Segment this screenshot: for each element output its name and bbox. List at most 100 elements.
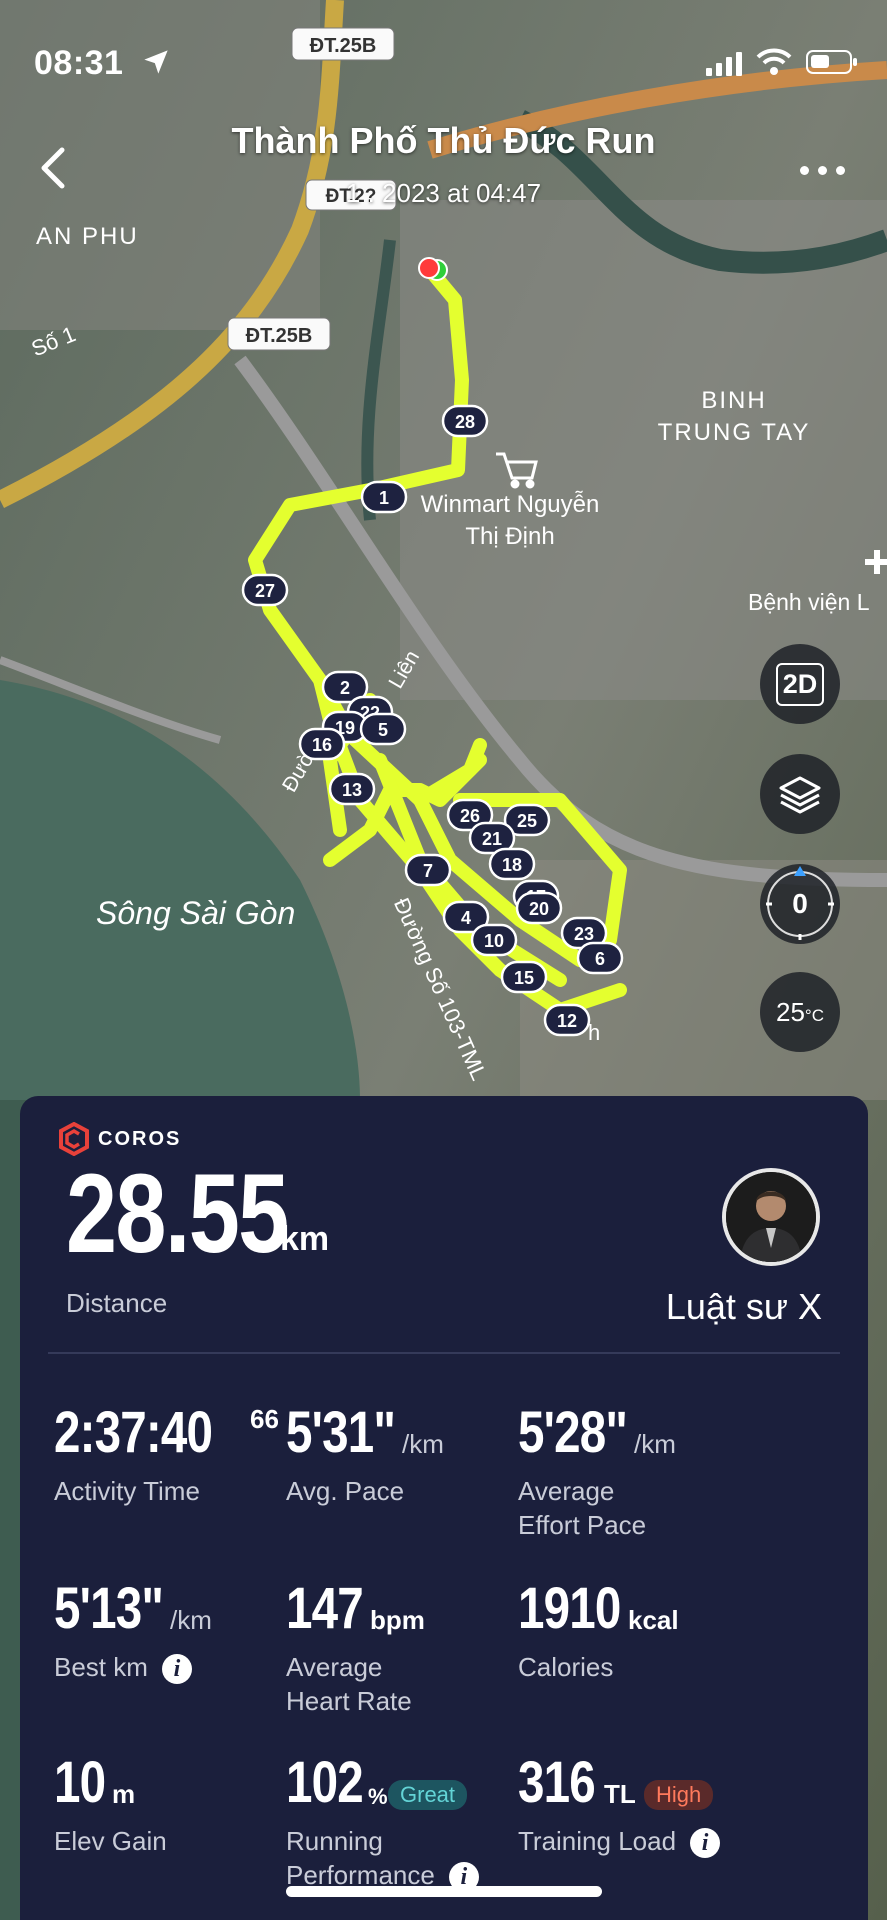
km-marker-label: 1 [379, 488, 389, 508]
temperature-badge: 25°C [760, 972, 840, 1052]
metric-running-performance: 102% Great Running Performance i [286, 1750, 479, 1893]
km-marker[interactable]: 15 [500, 960, 548, 994]
elev-gain-value: 10 [54, 1750, 106, 1815]
km-marker[interactable]: 12 [543, 1003, 591, 1037]
km-marker-label: 21 [482, 829, 502, 849]
metric-training-load: 316 TL High Training Load i [518, 1754, 721, 1859]
km-marker-label: 15 [514, 968, 534, 988]
best-km-unit: /km [170, 1605, 212, 1635]
km-marker-label: 25 [517, 811, 537, 831]
running-perf-value: 102 [286, 1750, 364, 1815]
map-urban-area [400, 200, 887, 700]
metric-avg-effort-pace: 5'28"/km Average Effort Pace [518, 1400, 676, 1542]
km-marker[interactable]: 13 [328, 772, 376, 806]
map-label: AN PHU [36, 223, 139, 250]
best-km-info-icon[interactable]: i [161, 1654, 192, 1685]
map-label: Winmart Nguyễn [421, 491, 600, 518]
metric-avg-heart-rate: 147 bpm Average Heart Rate [286, 1576, 425, 1718]
running-perf-badge: Great [388, 1780, 468, 1810]
avg-hr-label-1: Average [286, 1652, 383, 1682]
avg-effort-pace-unit: /km [634, 1429, 676, 1459]
more-options-icon[interactable] [798, 156, 848, 186]
user-name: Luật sư X [665, 1286, 822, 1327]
metric-calories: 1910 kcal Calories [518, 1576, 679, 1684]
metric-avg-pace: 5'31"/km Avg. Pace [286, 1400, 444, 1508]
cellular-signal-icon [706, 52, 742, 76]
km-marker-label: 23 [574, 924, 594, 944]
km-marker-label: 27 [255, 581, 275, 601]
km-marker[interactable]: 1 [360, 480, 408, 514]
avg-pace-unit: /km [402, 1429, 444, 1459]
km-marker[interactable]: 18 [488, 847, 536, 881]
map-label: BINH [701, 387, 766, 414]
training-load-badge: High [644, 1780, 714, 1810]
avatar-image [726, 1172, 816, 1262]
training-load-label: Training Load [518, 1826, 677, 1856]
calories-unit: kcal [628, 1605, 679, 1635]
activity-summary-card: COROS 28.55 km Distance Luật sư X 2:37:4… [20, 1096, 868, 1920]
activity-title: Thành Phố Thủ Đức Run [231, 120, 656, 161]
km-marker-label: 28 [455, 412, 475, 432]
metric-best-km: 5'13"/km Best km i [54, 1580, 212, 1685]
elev-gain-unit: m [112, 1779, 136, 1809]
battery-icon [806, 50, 857, 74]
km-marker-label: 4 [461, 908, 471, 928]
km-marker[interactable]: 5 [359, 712, 407, 746]
running-perf-unit: % [368, 1784, 388, 1809]
map-layers-button[interactable] [760, 754, 840, 834]
calories-value: 1910 [518, 1576, 621, 1641]
status-bar: 08:31 [0, 0, 887, 120]
km-marker[interactable]: 7 [404, 853, 452, 887]
avg-hr-label-2: Heart Rate [286, 1686, 412, 1716]
km-marker-label: 18 [502, 855, 522, 875]
metric-elev-gain: 10 m Elev Gain [54, 1754, 167, 1858]
avg-pace-label: Avg. Pace [286, 1476, 405, 1506]
activity-time-hundredths: 66 [250, 1404, 279, 1434]
avg-pace-value: 5'31" [286, 1400, 396, 1465]
distance-value: 28.55 [66, 1151, 289, 1276]
view-mode-2d-button[interactable]: 2D [760, 644, 840, 724]
km-marker[interactable]: 16 [298, 727, 346, 761]
km-marker-label: 7 [423, 861, 433, 881]
km-marker[interactable]: 6 [576, 941, 624, 975]
km-marker[interactable]: 27 [241, 573, 289, 607]
brand-name: COROS [98, 1127, 182, 1150]
distance-label: Distance [66, 1288, 168, 1318]
compass-icon [766, 866, 834, 940]
km-marker[interactable]: 20 [515, 891, 563, 925]
status-time: 08:31 [34, 44, 124, 82]
km-marker-label: 6 [595, 949, 605, 969]
map-label: Sông Sài Gòn [96, 895, 295, 931]
activity-time-value: 2:37:40 [54, 1400, 213, 1465]
map-label: Bệnh viện L [748, 589, 870, 615]
map-label: TRUNG TAY [658, 419, 811, 446]
training-load-unit: TL [604, 1779, 636, 1809]
running-perf-label-1: Running [286, 1826, 383, 1856]
km-marker[interactable]: 10 [470, 923, 518, 957]
home-indicator[interactable] [286, 1886, 602, 1897]
compass-button[interactable]: 0 [760, 864, 840, 944]
avg-effort-pace-label-1: Average [518, 1476, 615, 1506]
elev-gain-label: Elev Gain [54, 1826, 167, 1856]
km-marker-label: 26 [460, 806, 480, 826]
avg-hr-value: 147 [286, 1576, 364, 1641]
km-marker-label: 12 [557, 1011, 577, 1031]
training-load-info-icon[interactable]: i [690, 1828, 721, 1859]
road-badge-label: ĐT.25B [246, 325, 313, 347]
km-marker-label: 13 [342, 780, 362, 800]
km-marker[interactable]: 28 [441, 404, 489, 438]
wifi-icon [756, 48, 792, 75]
layers-icon [779, 776, 821, 814]
avg-effort-pace-value: 5'28" [518, 1400, 628, 1465]
distance-unit: km [280, 1220, 330, 1258]
avatar[interactable] [722, 1168, 820, 1266]
avg-hr-unit: bpm [370, 1605, 425, 1635]
avg-effort-pace-label-2: Effort Pace [518, 1510, 647, 1540]
route-start-dot [418, 257, 440, 279]
km-marker-label: 5 [378, 720, 388, 740]
km-marker-label: 16 [312, 735, 332, 755]
best-km-label: Best km [54, 1652, 148, 1682]
km-marker-label: 10 [484, 931, 504, 951]
activity-datetime: 1 . 2023 at 04:47 [345, 178, 542, 208]
view-mode-label: 2D [775, 662, 825, 706]
